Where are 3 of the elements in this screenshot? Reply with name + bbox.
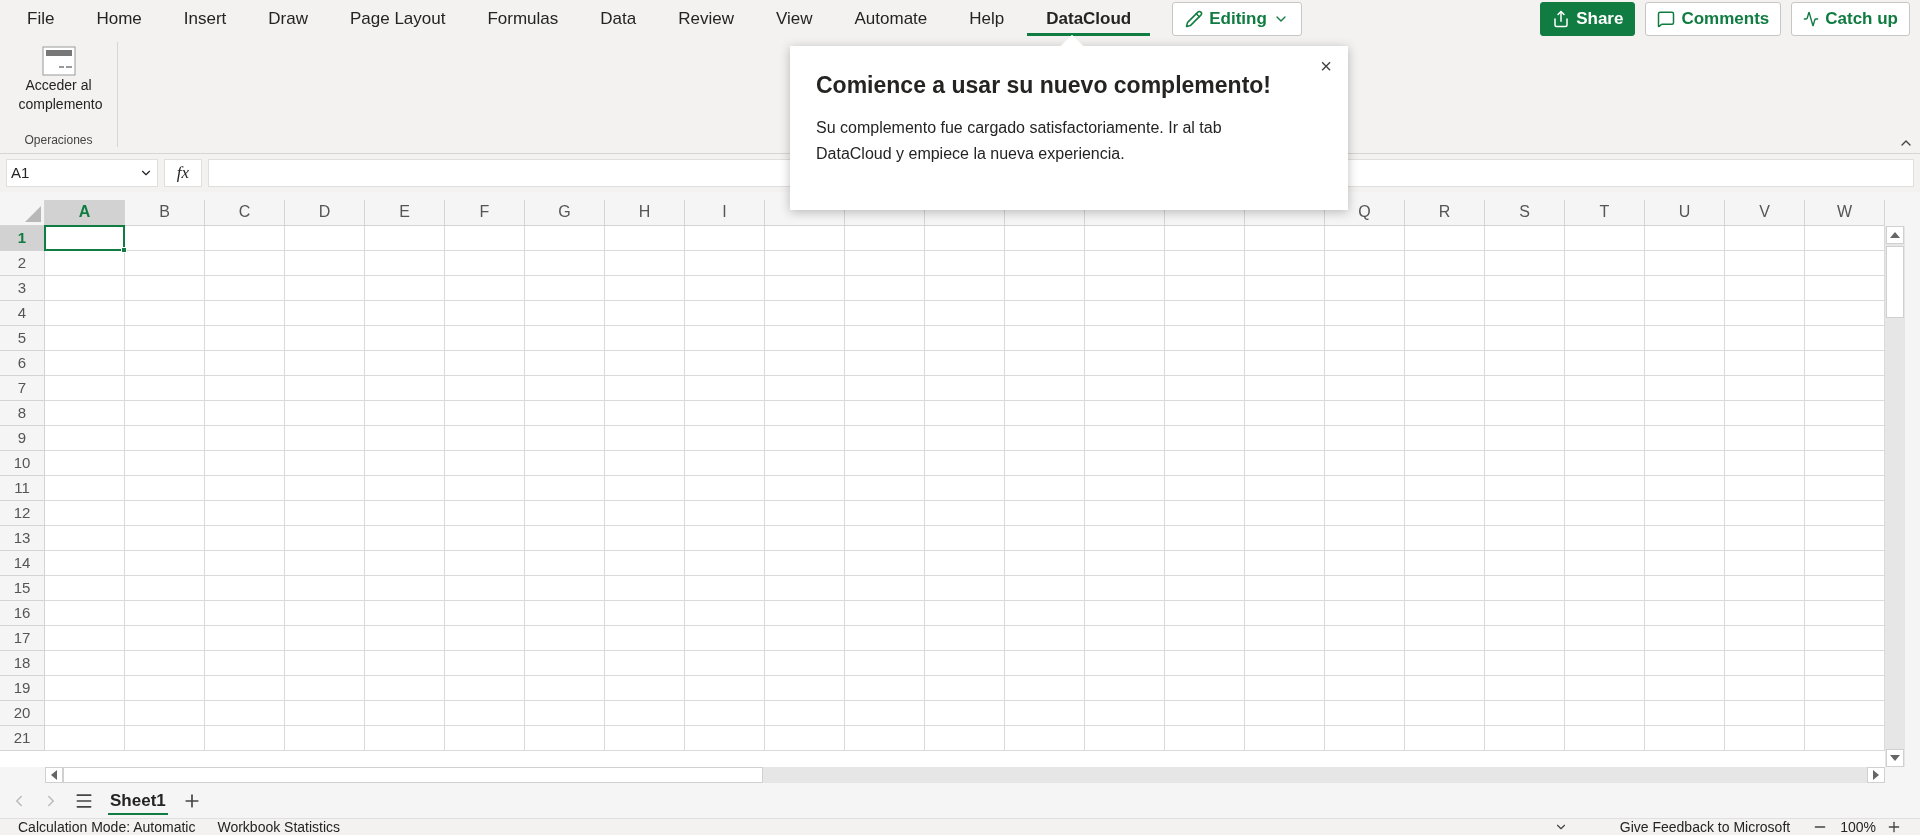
popup-title: Comience a usar su nuevo complemento! [816,72,1272,99]
popup-message: Su complemento fue cargado satisfactoriamente. Ir al tab DataCloud y empiece la nueva experiencia. [816,118,1223,164]
group-label: Operaciones [24,133,93,148]
